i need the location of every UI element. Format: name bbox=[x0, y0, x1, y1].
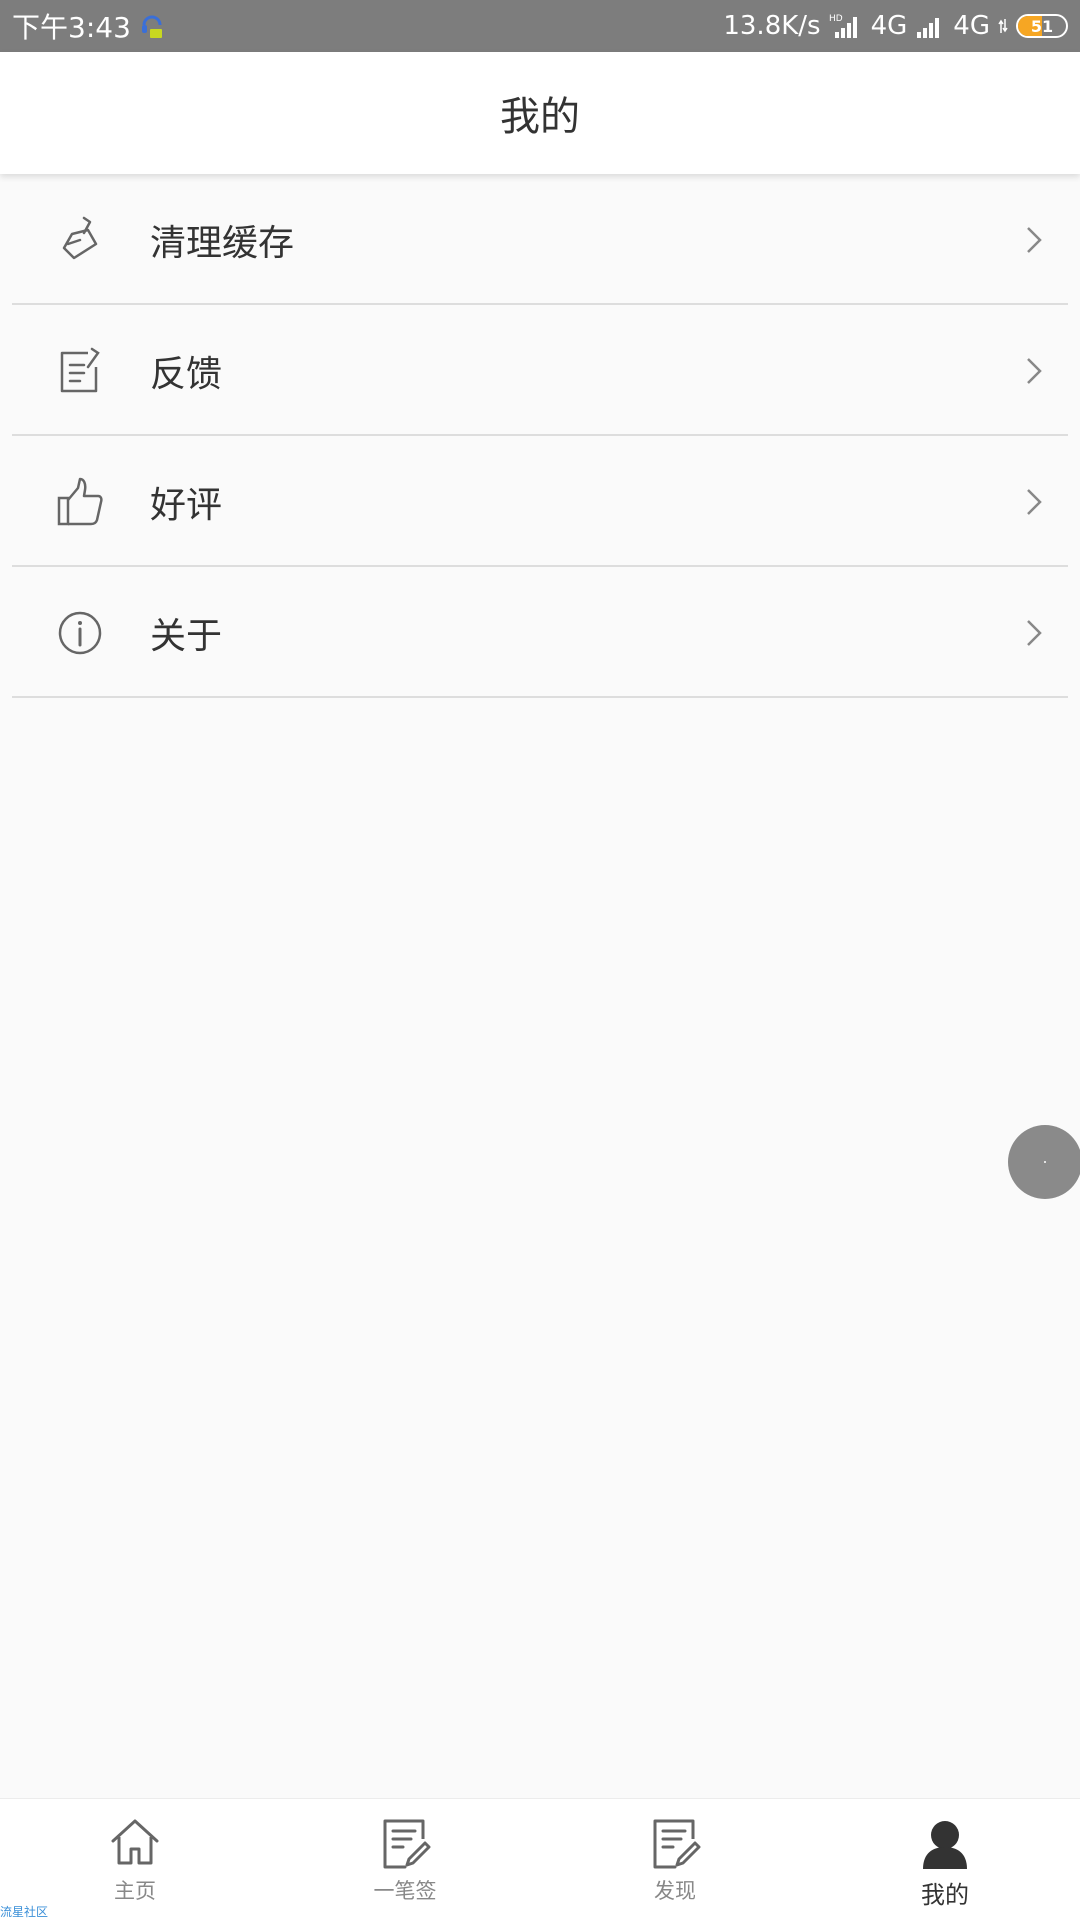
broom-icon bbox=[62, 216, 98, 259]
battery-icon: 51 bbox=[1016, 14, 1068, 38]
nav-label-discover: 发现 bbox=[654, 1879, 696, 1903]
battery-level: 51 bbox=[1030, 16, 1054, 36]
network-speed: 13.8K/s bbox=[723, 11, 821, 41]
status-time: 下午3:43 bbox=[12, 11, 131, 44]
menu-item-feedback[interactable]: 反馈 bbox=[0, 305, 1080, 436]
chevron-right-icon bbox=[1027, 226, 1042, 253]
home-icon bbox=[111, 1819, 159, 1865]
bottom-nav: 主页 一笔签 发现 我的 bbox=[0, 1798, 1080, 1920]
menu-item-about[interactable]: 关于 bbox=[0, 567, 1080, 698]
info-icon bbox=[58, 611, 102, 654]
chevron-right-icon bbox=[1027, 619, 1042, 646]
thumbs-up-icon bbox=[57, 477, 103, 525]
signal-hd-icon: HD bbox=[829, 14, 857, 38]
edit-note-icon bbox=[60, 347, 100, 392]
menu-item-rate[interactable]: 好评 bbox=[0, 436, 1080, 567]
nav-label-mine: 我的 bbox=[921, 1881, 969, 1909]
user-icon bbox=[923, 1821, 967, 1869]
floating-ball-dot bbox=[1044, 1161, 1046, 1163]
nav-label-home: 主页 bbox=[114, 1879, 156, 1903]
status-bar: 下午3:43 13.8K/s HD 4G 4G 51 bbox=[0, 0, 1080, 52]
nav-label-sign: 一笔签 bbox=[373, 1879, 437, 1903]
discover-note-icon bbox=[653, 1819, 701, 1869]
nav-item-discover[interactable]: 发现 bbox=[540, 1799, 810, 1920]
chevron-right-icon bbox=[1027, 357, 1042, 384]
status-right: 13.8K/s HD 4G 4G 51 bbox=[723, 11, 1068, 41]
network-type-1: 4G bbox=[870, 11, 908, 41]
nav-item-home[interactable]: 主页 bbox=[0, 1799, 270, 1920]
nav-item-mine[interactable]: 我的 bbox=[810, 1799, 1080, 1920]
menu-item-clear-cache[interactable]: 清理缓存 bbox=[0, 174, 1080, 305]
menu-label-clear-cache: 清理缓存 bbox=[150, 222, 295, 264]
status-left: 下午3:43 bbox=[12, 6, 165, 46]
network-type-2: 4G bbox=[953, 11, 990, 41]
nav-item-sign[interactable]: 一笔签 bbox=[270, 1799, 540, 1920]
menu-list: 清理缓存 反馈 好评 关于 bbox=[0, 174, 1080, 698]
page-title: 我的 bbox=[500, 94, 580, 140]
notification-app-icon bbox=[141, 15, 162, 38]
divider bbox=[12, 696, 1068, 698]
menu-label-feedback: 反馈 bbox=[150, 353, 223, 395]
data-arrows-icon bbox=[998, 19, 1008, 33]
menu-label-about: 关于 bbox=[150, 615, 223, 657]
header: 我的 bbox=[0, 52, 1080, 174]
signal-icon bbox=[917, 18, 940, 38]
chevron-right-icon bbox=[1027, 488, 1042, 515]
watermark: 流星社区 bbox=[0, 1905, 49, 1919]
screen: 下午3:43 13.8K/s HD 4G 4G 51 我的 清理缓存 反馈 好评… bbox=[0, 0, 1080, 1920]
sign-note-icon bbox=[383, 1819, 431, 1869]
floating-ball[interactable] bbox=[1008, 1125, 1080, 1199]
svg-text:HD: HD bbox=[829, 14, 843, 24]
menu-label-rate: 好评 bbox=[150, 484, 223, 526]
